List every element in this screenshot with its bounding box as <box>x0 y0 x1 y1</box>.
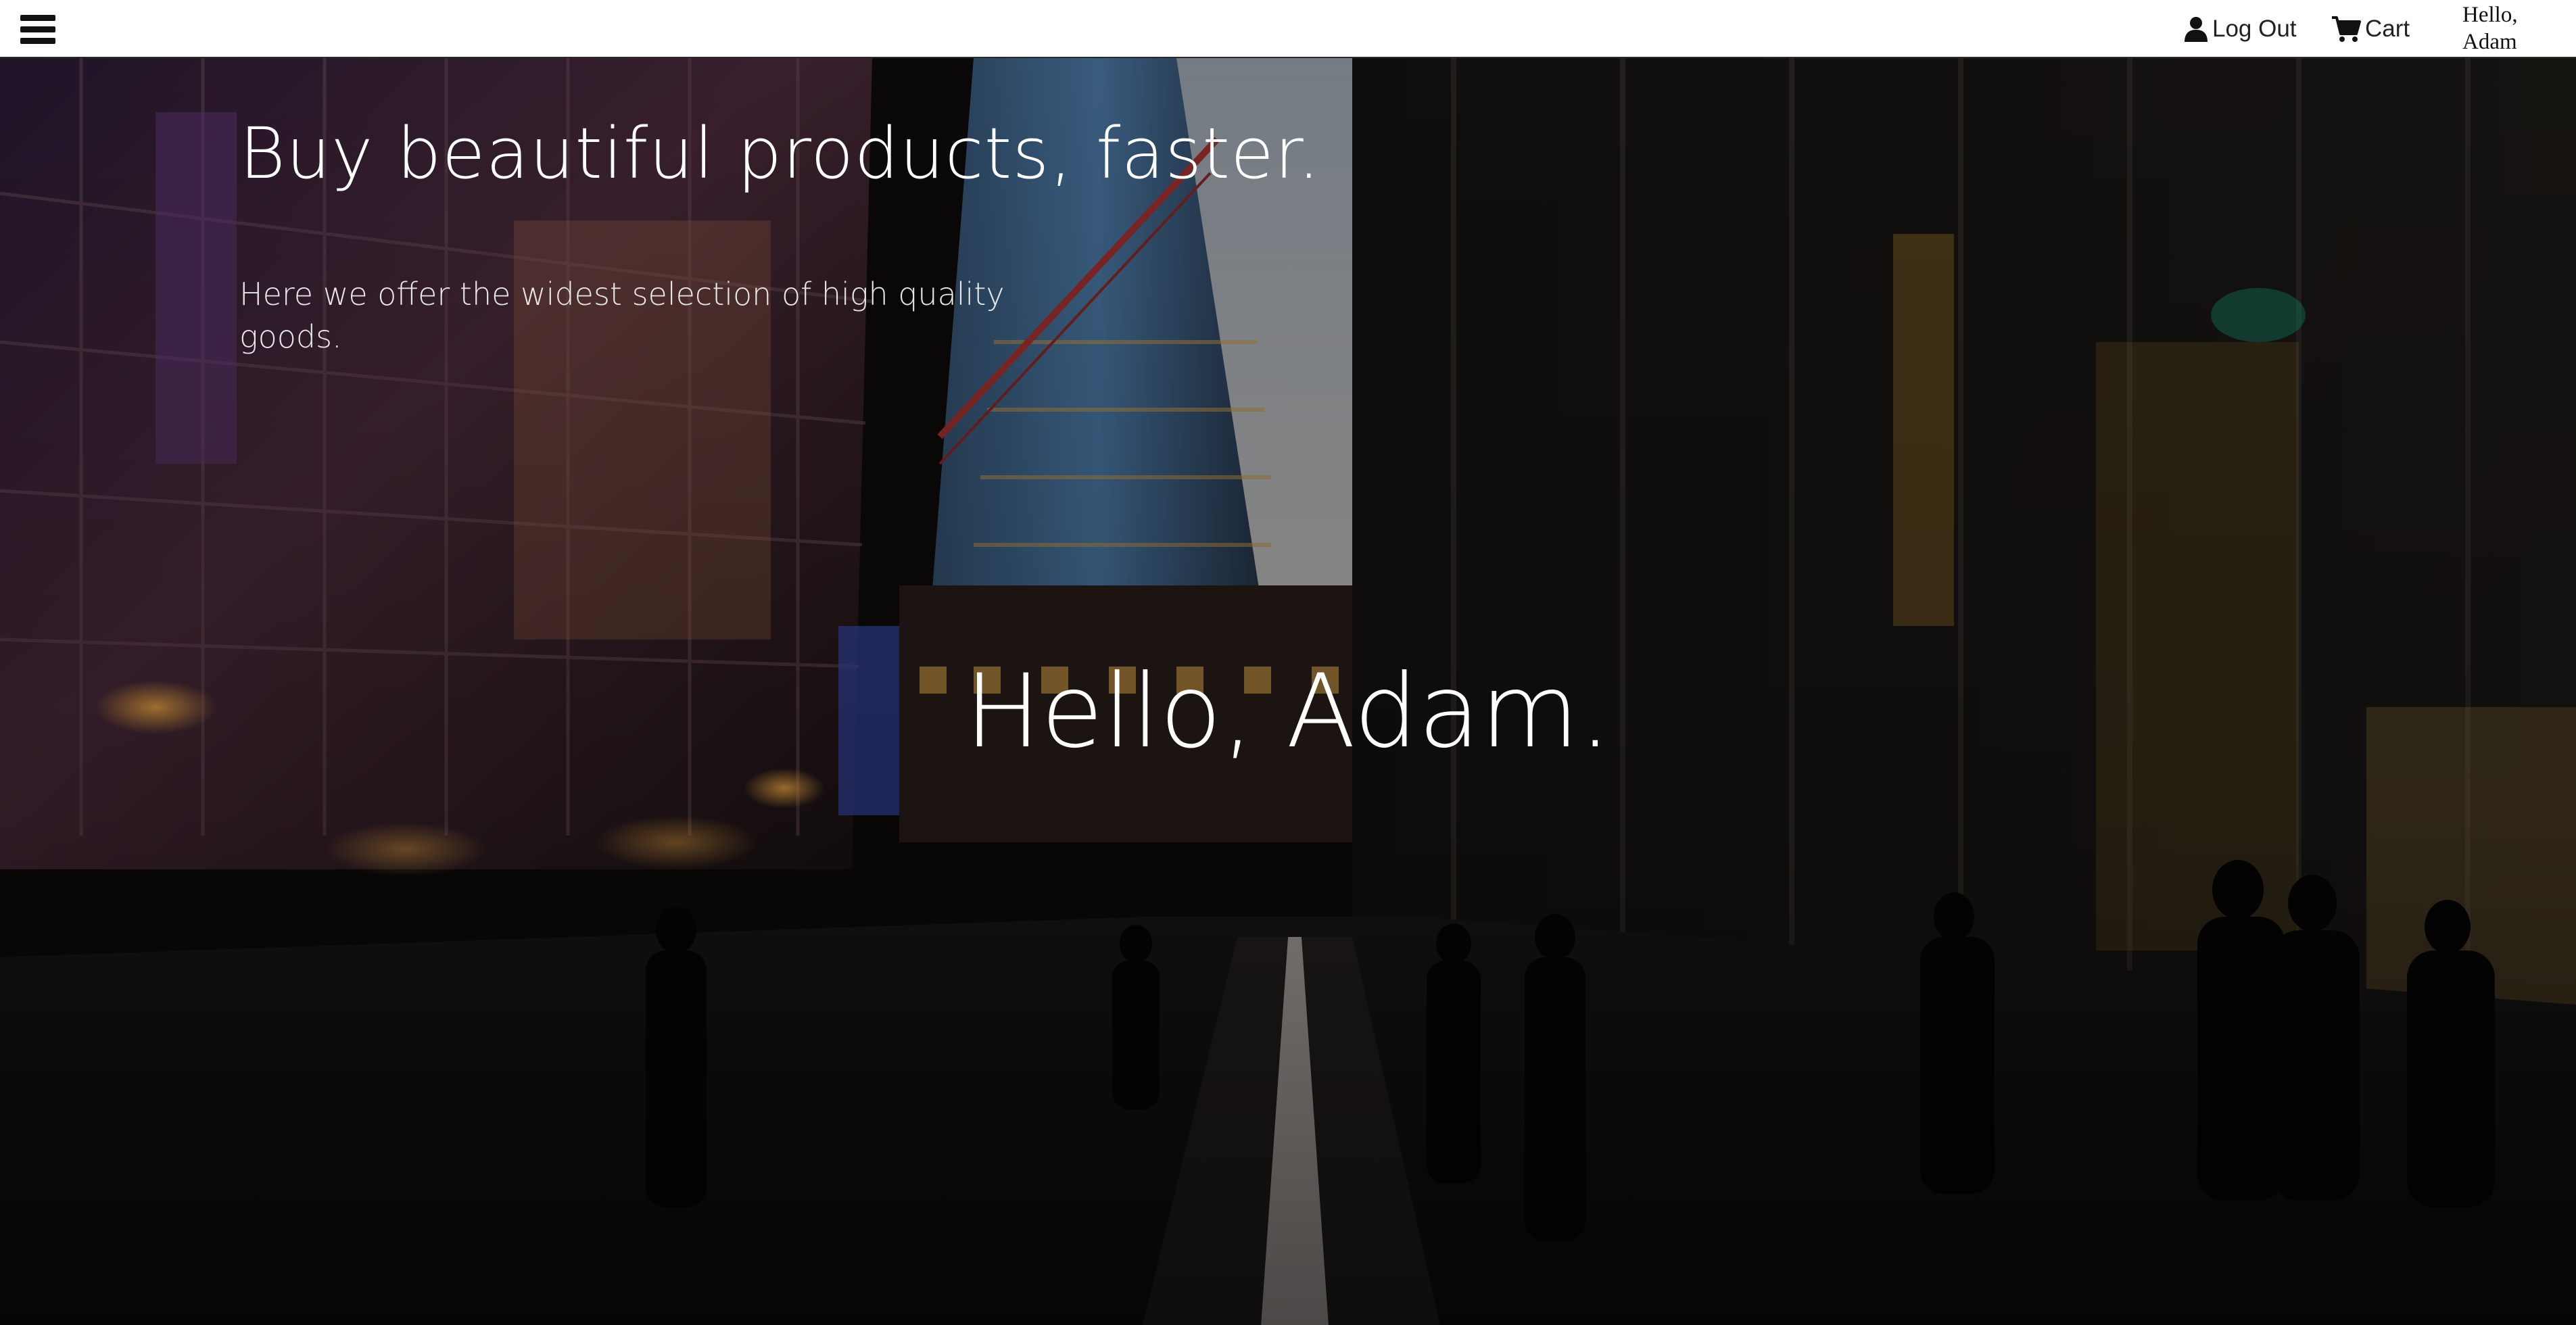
hero-title: Buy beautiful products, faster. <box>239 112 1321 195</box>
cart-label: Cart <box>2365 16 2410 42</box>
logout-link[interactable]: Log Out <box>2184 12 2297 46</box>
logout-label: Log Out <box>2212 16 2297 42</box>
hero-subtitle: Here we offer the widest selection of hi… <box>239 276 1005 355</box>
cart-link[interactable]: Cart <box>2331 12 2410 46</box>
top-navbar: Log Out Cart Hello, Adam <box>0 0 2576 58</box>
user-icon <box>2185 17 2208 42</box>
user-greeting: Hello, Adam <box>2462 3 2518 54</box>
hero-greeting: Hello, Adam. <box>964 653 1612 771</box>
hamburger-menu-icon[interactable] <box>20 15 55 45</box>
hero-section: Buy beautiful products, faster. Here we … <box>0 58 2576 1325</box>
cart-icon <box>2332 16 2361 42</box>
